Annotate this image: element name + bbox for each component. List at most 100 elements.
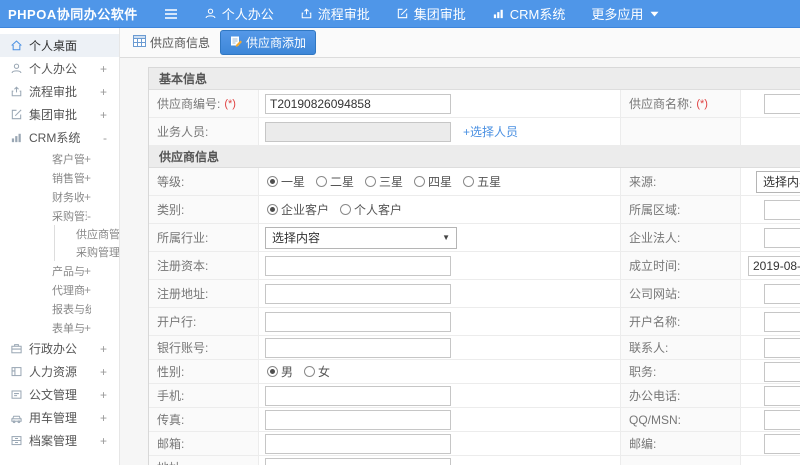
radio-button[interactable] — [316, 176, 328, 187]
fax-input[interactable] — [265, 409, 451, 430]
expander-plus-icon[interactable]: + — [84, 264, 91, 278]
supplier-form-panel: 基本信息供应商编号:(*)供应商名称:(*)业务人员:+选择人员供应商信息等级:… — [148, 67, 800, 465]
sidebar-item[interactable]: 报表与统计 — [0, 299, 119, 318]
sidebar-item[interactable]: 财务收支+ — [0, 187, 119, 206]
expander-plus-icon[interactable]: + — [100, 342, 107, 356]
expander-plus-icon[interactable]: + — [84, 152, 91, 166]
form-row: 银行账号: 联系人: — [149, 336, 800, 360]
region-input[interactable] — [764, 199, 800, 220]
level-radio-option[interactable]: 三星 — [365, 173, 403, 190]
expander-plus-icon[interactable]: + — [100, 434, 107, 448]
expander-minus-icon[interactable]: - — [87, 209, 91, 223]
qq-msn-input[interactable] — [764, 409, 800, 430]
expander-plus-icon[interactable]: + — [100, 388, 107, 402]
topmenu-item-5[interactable]: 更多应用 — [591, 4, 659, 23]
label-text: 所属区域: — [629, 203, 681, 217]
expander-plus-icon[interactable]: + — [100, 365, 107, 379]
expander-plus-icon[interactable]: + — [100, 85, 107, 99]
sidebar-item-label: 个人办公 — [29, 62, 78, 76]
postcode-input[interactable] — [764, 433, 800, 454]
expander-plus-icon[interactable]: + — [84, 321, 91, 335]
level-radio-option[interactable]: 四星 — [414, 173, 452, 190]
sidebar-item[interactable]: 表单与流程设置+ — [0, 318, 119, 337]
radio-button[interactable] — [267, 204, 278, 215]
sidebar-item[interactable]: 用车管理 + — [0, 406, 119, 429]
sidebar-item[interactable]: 产品与库存+ — [0, 261, 119, 280]
sidebar-item[interactable]: 客户管理+ — [0, 149, 119, 168]
sidebar-item-label: 销售管理 — [52, 172, 84, 185]
sidebar-item-label: 采购管理 — [76, 247, 119, 259]
hamburger-menu-icon[interactable] — [164, 8, 178, 20]
address-input[interactable] — [265, 457, 451, 465]
category-radio-option[interactable]: 个人客户 — [340, 201, 402, 218]
office-phone-input[interactable] — [764, 385, 800, 406]
topmenu-item-label: 流程审批 — [317, 7, 370, 22]
expander-plus-icon[interactable]: + — [100, 411, 107, 425]
sidebar-item[interactable]: 人力资源 + — [0, 360, 119, 383]
founded-date-input[interactable] — [748, 255, 800, 276]
topmenu-item-1[interactable]: 个人办公 — [204, 4, 274, 23]
company-website-input[interactable] — [764, 283, 800, 304]
radio-label: 女 — [318, 365, 331, 379]
sidebar-item[interactable]: 流程审批 + — [0, 80, 119, 103]
mobile-input[interactable] — [265, 385, 451, 406]
sidebar-item[interactable]: 供应商管理 — [54, 225, 119, 243]
sidebar-item[interactable]: 个人桌面 — [0, 34, 119, 57]
topmenu-item-4[interactable]: CRM系统 — [492, 4, 565, 23]
radio-button[interactable] — [463, 176, 475, 187]
bank-branch-input[interactable] — [265, 311, 451, 332]
radio-button[interactable] — [267, 366, 278, 377]
tab-supplier-add[interactable]: 供应商添加 — [220, 30, 317, 55]
expander-plus-icon[interactable]: + — [84, 171, 91, 185]
select-staff-link[interactable]: +选择人员 — [463, 123, 518, 140]
level-radio-option[interactable]: 一星 — [267, 173, 305, 190]
radio-button[interactable] — [414, 176, 426, 187]
industry-select[interactable]: 选择内容 ▼ — [265, 226, 457, 249]
contact-person-input[interactable] — [764, 337, 800, 358]
sidebar-item[interactable]: 公文管理 + — [0, 383, 119, 406]
sidebar-item[interactable]: CRM系统 - — [0, 126, 119, 149]
expander-minus-icon[interactable]: - — [103, 131, 107, 145]
gender-radio-option[interactable]: 女 — [304, 363, 330, 380]
level-radio-option[interactable]: 二星 — [316, 173, 354, 190]
expander-plus-icon[interactable]: + — [100, 108, 107, 122]
field-label: 银行账号: — [149, 336, 259, 359]
job-title-input[interactable] — [764, 361, 800, 382]
supplier-name-input[interactable] — [764, 93, 800, 114]
radio-button[interactable] — [340, 204, 352, 215]
sidebar-item[interactable]: 销售管理+ — [0, 168, 119, 187]
sidebar-item[interactable]: 个人办公 + — [0, 57, 119, 80]
gender-radio-option[interactable]: 男 — [267, 363, 293, 380]
section-title: 基本信息 — [149, 68, 800, 90]
bank-account-input[interactable] — [265, 337, 451, 358]
sidebar-item[interactable]: 采购管理 — [54, 243, 119, 261]
tab-label: 供应商信息 — [150, 36, 211, 50]
field-label: 所属行业: — [149, 224, 259, 251]
business-staff-input[interactable] — [265, 121, 451, 142]
level-radio-option[interactable]: 五星 — [463, 173, 501, 190]
expander-plus-icon[interactable]: + — [84, 283, 91, 297]
sidebar-item[interactable]: 档案管理 + — [0, 429, 119, 452]
category-radio-option[interactable]: 企业客户 — [267, 201, 329, 218]
radio-button[interactable] — [304, 366, 316, 377]
sidebar-item[interactable]: 采购管理- — [0, 206, 119, 225]
source-select[interactable]: 选择内容▼ — [756, 170, 800, 193]
sidebar-item[interactable]: 集团审批 + — [0, 103, 119, 126]
sidebar-item[interactable]: 代理商管理+ — [0, 280, 119, 299]
radio-button[interactable] — [267, 176, 278, 187]
radio-button[interactable] — [365, 176, 377, 187]
sidebar-item[interactable]: 行政办公 + — [0, 337, 119, 360]
account-name-input[interactable] — [764, 311, 800, 332]
expander-plus-icon[interactable]: + — [100, 62, 107, 76]
field-label: 职务: — [621, 360, 741, 383]
supplier-code-input[interactable] — [265, 93, 451, 114]
registered-address-input[interactable] — [265, 283, 451, 304]
expander-plus-icon[interactable]: + — [84, 190, 91, 204]
topmenu-item-3[interactable]: 集团审批 — [396, 4, 466, 23]
car-icon — [10, 411, 23, 424]
topmenu-item-2[interactable]: 流程审批 — [300, 4, 370, 23]
registered-capital-input[interactable] — [265, 255, 451, 276]
tab-supplier-info[interactable]: 供应商信息 — [133, 34, 210, 51]
email-input[interactable] — [265, 433, 451, 454]
legal-person-input[interactable] — [764, 227, 800, 248]
